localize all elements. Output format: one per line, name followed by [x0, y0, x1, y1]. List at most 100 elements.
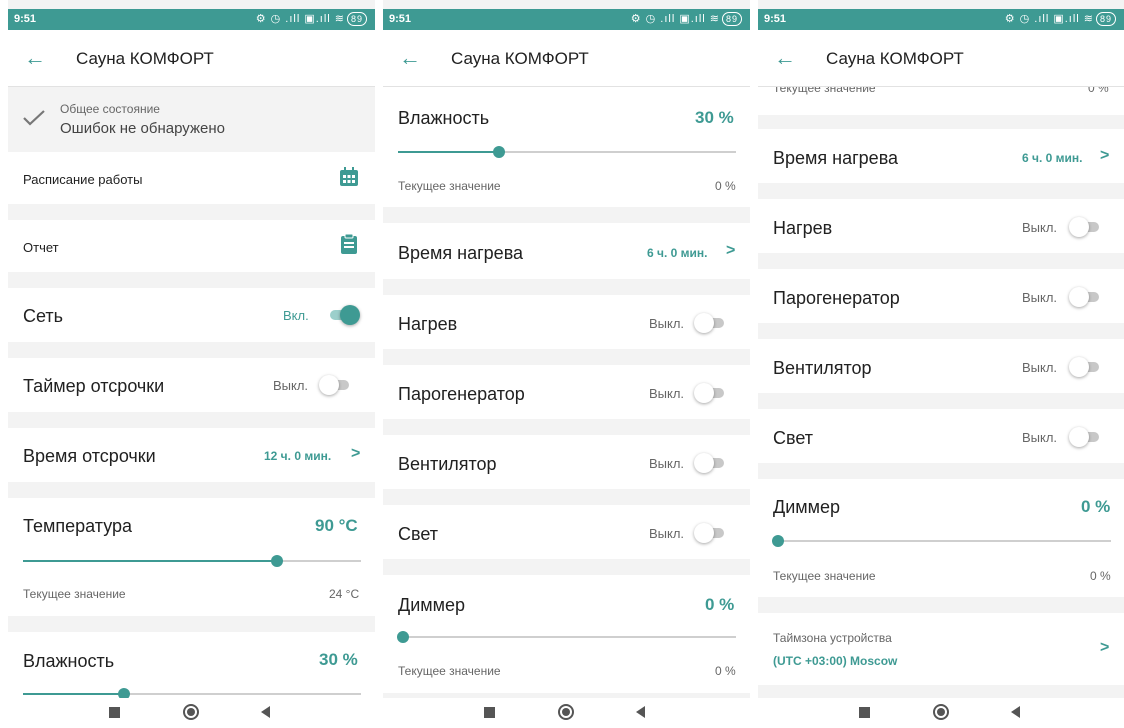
- humidity-slider-thumb[interactable]: [118, 688, 131, 698]
- delay-timer-label: Таймер отсрочки: [23, 376, 165, 396]
- temperature-current-label: Текущее значение: [23, 587, 126, 601]
- heating-state: Выкл.: [649, 316, 685, 331]
- heating-time-row[interactable]: Время нагрева 6 ч. 0 мин. >: [383, 223, 750, 279]
- fan-toggle[interactable]: [1069, 357, 1101, 377]
- app-bar: ← Сауна КОМФОРТ: [383, 30, 750, 87]
- status-icons: ⚙ ◷ .ıll ▣.ıll ≋ 89: [256, 12, 367, 26]
- delay-timer-state: Выкл.: [273, 378, 309, 393]
- light-toggle[interactable]: [694, 523, 726, 543]
- dimmer-slider[interactable]: [397, 631, 736, 643]
- phone-screen-3: 9:51 ⚙ ◷ .ıll ▣.ıll ≋ 89 ← Сауна КОМФОРТ …: [758, 0, 1124, 728]
- dimmer-slider-thumb[interactable]: [772, 535, 784, 547]
- status-icons-text: ⚙ ◷ .ıll ▣.ıll ≋: [1004, 13, 1094, 25]
- dimmer-value: 0 %: [1081, 497, 1111, 516]
- app-title: Сауна КОМФОРТ: [76, 49, 214, 68]
- temperature-card: Температура 90 °C Текущее значение 24 °C: [8, 498, 375, 616]
- back-icon[interactable]: [1011, 706, 1020, 718]
- heating-toggle[interactable]: [694, 313, 726, 333]
- delay-time-label: Время отсрочки: [23, 446, 156, 466]
- humidity-current-value: 0 %: [715, 179, 736, 193]
- previous-current-row: Текущее значение 0 %: [758, 87, 1124, 115]
- light-state: Выкл.: [649, 526, 685, 541]
- temperature-current-value: 24 °C: [329, 587, 360, 601]
- heating-label: Нагрев: [398, 314, 458, 334]
- delay-time-value: 12 ч. 0 мин.: [264, 449, 332, 463]
- previous-current-value: 0 %: [1088, 87, 1109, 95]
- content-list: Влажность 30 % Текущее значение 0 % Врем…: [383, 87, 750, 698]
- clipboard-icon[interactable]: [341, 234, 357, 254]
- dimmer-slider-thumb[interactable]: [397, 631, 409, 643]
- status-bar: 9:51 ⚙ ◷ .ıll ▣.ıll ≋ 89: [383, 9, 750, 30]
- status-icons: ⚙ ◷ .ıll ▣.ıll ≋ 89: [1005, 12, 1116, 26]
- home-icon[interactable]: [558, 704, 574, 720]
- steam-generator-toggle[interactable]: [694, 383, 726, 403]
- delay-timer-row: Таймер отсрочки Выкл.: [8, 358, 375, 412]
- steam-generator-toggle[interactable]: [1069, 287, 1101, 307]
- status-time: 9:51: [14, 13, 37, 25]
- recents-icon[interactable]: [484, 707, 495, 718]
- fan-state: Выкл.: [1022, 360, 1058, 375]
- dimmer-current-value: 0 %: [715, 664, 736, 678]
- light-label: Свет: [398, 524, 439, 544]
- delay-timer-toggle[interactable]: [319, 375, 351, 395]
- heating-row: Нагрев Выкл.: [758, 199, 1124, 253]
- fan-toggle[interactable]: [694, 453, 726, 473]
- dimmer-current-label: Текущее значение: [398, 664, 501, 678]
- dimmer-value: 0 %: [705, 595, 735, 614]
- humidity-label: Влажность: [398, 108, 490, 128]
- timezone-value: (UTC +03:00) Moscow: [773, 654, 898, 668]
- recents-icon[interactable]: [109, 707, 120, 718]
- light-toggle[interactable]: [1069, 427, 1101, 447]
- network-state: Вкл.: [283, 308, 309, 323]
- status-icons-text: ⚙ ◷ .ıll ▣.ıll ≋: [630, 13, 720, 25]
- back-arrow-icon[interactable]: ←: [399, 45, 421, 71]
- temperature-slider-thumb[interactable]: [270, 555, 283, 567]
- status-bar: 9:51 ⚙ ◷ .ıll ▣.ıll ≋ 89: [8, 9, 375, 30]
- fan-row: Вентилятор Выкл.: [758, 339, 1124, 393]
- humidity-slider-thumb[interactable]: [493, 146, 506, 158]
- heating-time-value: 6 ч. 0 мин.: [647, 246, 708, 260]
- dimmer-card: Диммер 0 % Текущее значение 0 %: [758, 479, 1124, 597]
- chevron-right-icon: >: [1100, 639, 1110, 656]
- light-label: Свет: [773, 428, 814, 448]
- back-arrow-icon[interactable]: ←: [774, 45, 796, 71]
- humidity-slider[interactable]: [23, 688, 361, 698]
- dimmer-current-label: Текущее значение: [773, 569, 876, 583]
- status-icons: ⚙ ◷ .ıll ▣.ıll ≋ 89: [631, 12, 742, 26]
- fan-state: Выкл.: [649, 456, 685, 471]
- light-row: Свет Выкл.: [758, 409, 1124, 463]
- back-arrow-icon[interactable]: ←: [24, 45, 46, 71]
- heating-toggle[interactable]: [1069, 217, 1101, 237]
- status-bar: 9:51 ⚙ ◷ .ıll ▣.ıll ≋ 89: [758, 9, 1124, 30]
- root: 9:51 ⚙ ◷ .ıll ▣.ıll ≋ 89 ← Сауна КОМФОРТ …: [0, 0, 1124, 728]
- network-label: Сеть: [23, 306, 64, 326]
- app-title: Сауна КОМФОРТ: [826, 49, 964, 68]
- temperature-slider[interactable]: [23, 555, 361, 567]
- humidity-slider[interactable]: [398, 146, 736, 158]
- back-icon[interactable]: [261, 706, 270, 718]
- dimmer-label: Диммер: [773, 497, 841, 517]
- home-icon[interactable]: [183, 704, 199, 720]
- heating-state: Выкл.: [1022, 220, 1058, 235]
- battery-icon: 89: [721, 12, 742, 26]
- recents-icon[interactable]: [859, 707, 870, 718]
- heating-time-row[interactable]: Время нагрева 6 ч. 0 мин. >: [758, 129, 1124, 183]
- status-time: 9:51: [764, 13, 787, 25]
- dimmer-slider[interactable]: [772, 535, 1111, 547]
- back-icon[interactable]: [636, 706, 645, 718]
- dimmer-label: Диммер: [398, 595, 466, 615]
- calendar-icon[interactable]: [339, 167, 359, 187]
- humidity-card: Влажность 30 %: [8, 632, 375, 698]
- steam-generator-state: Выкл.: [649, 386, 685, 401]
- delay-time-row[interactable]: Время отсрочки 12 ч. 0 мин. >: [8, 428, 375, 482]
- fan-row: Вентилятор Выкл.: [383, 435, 750, 489]
- timezone-row[interactable]: Таймзона устройства (UTC +03:00) Moscow …: [758, 613, 1124, 685]
- network-toggle[interactable]: [326, 305, 360, 325]
- schedule-row[interactable]: Расписание работы: [8, 152, 375, 204]
- humidity-value: 30 %: [695, 108, 734, 127]
- network-row: Сеть Вкл.: [8, 288, 375, 342]
- humidity-current-label: Текущее значение: [398, 179, 501, 193]
- home-icon[interactable]: [933, 704, 949, 720]
- report-row[interactable]: Отчет: [8, 220, 375, 272]
- phone-screen-1: 9:51 ⚙ ◷ .ıll ▣.ıll ≋ 89 ← Сауна КОМФОРТ …: [8, 0, 375, 728]
